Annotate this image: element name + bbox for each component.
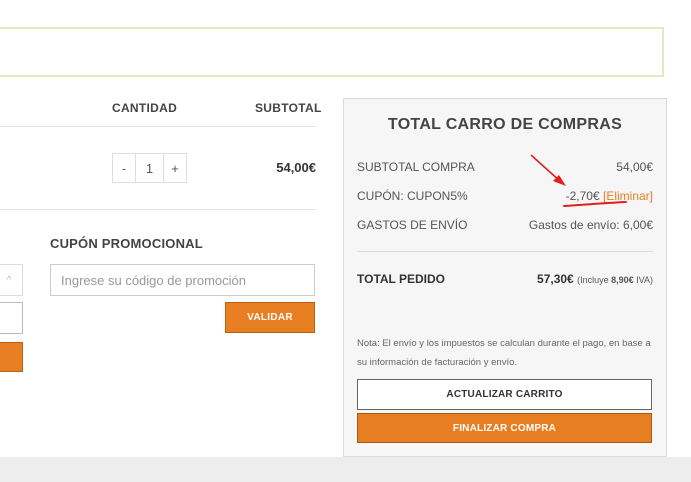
order-total-value: 57,30€: [537, 272, 574, 286]
subtotal-header: SUBTOTAL: [255, 101, 322, 115]
order-total-value-group: 57,30€ (Incluye 8,90€ IVA): [537, 272, 653, 286]
item-row-divider: [0, 209, 316, 210]
table-header-divider: [0, 126, 316, 127]
quantity-increase-button[interactable]: +: [164, 154, 186, 182]
chevron-up-icon: ^: [6, 274, 12, 286]
tax-info: (Incluye 8,90€ IVA): [577, 275, 653, 285]
checkout-button[interactable]: FINALIZAR COMPRA: [357, 413, 652, 443]
partial-input[interactable]: [0, 302, 23, 334]
shipping-label: GASTOS DE ENVÍO: [357, 218, 468, 232]
footer-band: [0, 457, 691, 482]
update-cart-button[interactable]: ACTUALIZAR CARRITO: [357, 379, 652, 410]
tax-amount: 8,90€: [611, 275, 634, 285]
subtotal-value: 54,00€: [616, 160, 653, 174]
quantity-stepper: - 1 +: [112, 153, 187, 183]
partial-button[interactable]: [0, 342, 23, 372]
order-total-label: TOTAL PEDIDO: [357, 272, 446, 286]
partial-select[interactable]: ^: [0, 264, 23, 296]
quantity-decrease-button[interactable]: -: [113, 154, 135, 182]
coupon-label: CUPÓN: CUPON5%: [357, 189, 468, 203]
quantity-value[interactable]: 1: [135, 154, 164, 182]
validate-button[interactable]: VALIDAR: [225, 302, 315, 333]
item-subtotal: 54,00€: [276, 160, 316, 175]
remove-coupon-link[interactable]: [Eliminar]: [603, 189, 653, 203]
shipping-value: Gastos de envío: 6,00€: [528, 218, 653, 232]
coupon-title: CUPÓN PROMOCIONAL: [50, 236, 203, 251]
coupon-discount-value: -2,70€: [565, 189, 600, 203]
tax-prefix: (Incluye: [577, 275, 609, 285]
totals-divider: [357, 251, 653, 252]
coupon-input[interactable]: [50, 264, 315, 296]
notice-bar: [0, 27, 664, 77]
quantity-header: CANTIDAD: [112, 101, 178, 115]
cart-totals-box: TOTAL CARRO DE COMPRAS SUBTOTAL COMPRA 5…: [343, 98, 667, 457]
coupon-value-group: -2,70€ [Eliminar]: [566, 189, 653, 203]
subtotal-label: SUBTOTAL COMPRA: [357, 160, 475, 174]
shipping-tax-note: Nota: El envío y los impuestos se calcul…: [357, 338, 651, 368]
cart-totals-title: TOTAL CARRO DE COMPRAS: [387, 116, 623, 133]
tax-suffix: IVA): [636, 275, 653, 285]
